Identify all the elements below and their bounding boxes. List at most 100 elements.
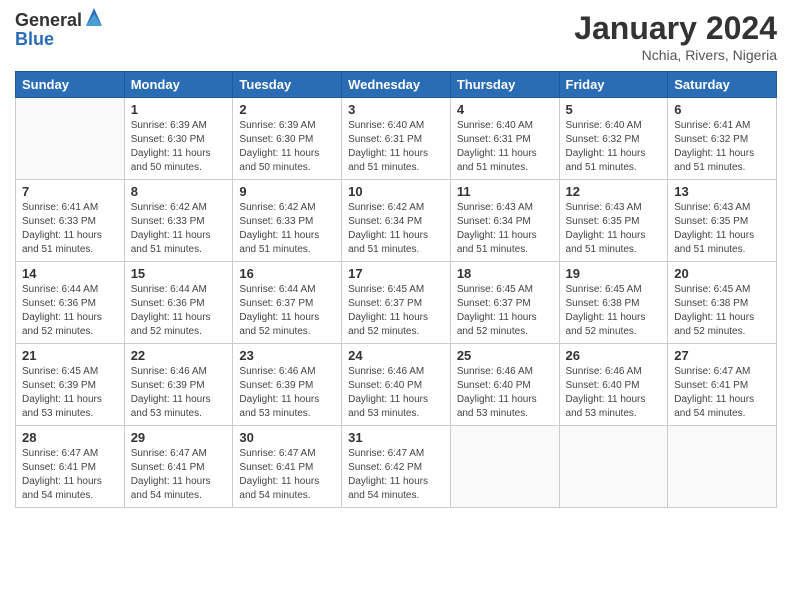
calendar-cell: 19 Sunrise: 6:45 AMSunset: 6:38 PMDayligh… xyxy=(559,262,668,344)
day-number: 23 xyxy=(239,348,335,363)
logo: General Blue xyxy=(15,10,104,48)
day-info: Sunrise: 6:45 AMSunset: 6:39 PMDaylight:… xyxy=(22,365,118,421)
day-info: Sunrise: 6:46 AMSunset: 6:40 PMDaylight:… xyxy=(457,365,553,421)
day-number: 24 xyxy=(348,348,444,363)
calendar-week-1: 7 Sunrise: 6:41 AMSunset: 6:33 PMDaylight… xyxy=(16,180,777,262)
day-info: Sunrise: 6:40 AMSunset: 6:32 PMDaylight:… xyxy=(566,119,662,175)
header: General Blue January 2024 Nchia, Rivers,… xyxy=(15,10,777,63)
calendar-cell: 28Sunrise: 6:47 AMSunset: 6:41 PMDayligh… xyxy=(16,426,125,508)
day-info: Sunrise: 6:41 AMSunset: 6:33 PMDaylight:… xyxy=(22,201,118,257)
day-number: 7 xyxy=(22,184,118,199)
day-info: Sunrise: 6:43 AMSunset: 6:34 PMDaylight:… xyxy=(457,201,553,257)
day-info: Sunrise: 6:44 AMSunset: 6:36 PMDaylight:… xyxy=(131,283,227,339)
day-number: 31 xyxy=(348,430,444,445)
location: Nchia, Rivers, Nigeria xyxy=(574,47,777,63)
calendar-cell: 11 Sunrise: 6:43 AMSunset: 6:34 PMDayligh… xyxy=(450,180,559,262)
calendar-header-monday: Monday xyxy=(124,72,233,98)
calendar-cell: 18 Sunrise: 6:45 AMSunset: 6:37 PMDayligh… xyxy=(450,262,559,344)
day-number: 29 xyxy=(131,430,227,445)
calendar-cell: 2Sunrise: 6:39 AMSunset: 6:30 PMDaylight… xyxy=(233,98,342,180)
day-number: 18 xyxy=(457,266,553,281)
calendar-cell xyxy=(16,98,125,180)
calendar-cell: 8Sunrise: 6:42 AMSunset: 6:33 PMDaylight… xyxy=(124,180,233,262)
day-number: 26 xyxy=(566,348,662,363)
day-info: Sunrise: 6:47 AMSunset: 6:41 PMDaylight:… xyxy=(674,365,770,421)
day-number: 2 xyxy=(239,102,335,117)
logo-general: General xyxy=(15,11,82,29)
calendar-cell: 20Sunrise: 6:45 AMSunset: 6:38 PMDayligh… xyxy=(668,262,777,344)
day-info: Sunrise: 6:47 AMSunset: 6:42 PMDaylight:… xyxy=(348,447,444,503)
calendar-table: SundayMondayTuesdayWednesdayThursdayFrid… xyxy=(15,71,777,508)
day-number: 1 xyxy=(131,102,227,117)
day-number: 11 xyxy=(457,184,553,199)
calendar-header-saturday: Saturday xyxy=(668,72,777,98)
calendar-header-thursday: Thursday xyxy=(450,72,559,98)
calendar-cell: 7 Sunrise: 6:41 AMSunset: 6:33 PMDaylight… xyxy=(16,180,125,262)
calendar-cell: 25 Sunrise: 6:46 AMSunset: 6:40 PMDayligh… xyxy=(450,344,559,426)
calendar-week-4: 28Sunrise: 6:47 AMSunset: 6:41 PMDayligh… xyxy=(16,426,777,508)
day-info: Sunrise: 6:46 AMSunset: 6:40 PMDaylight:… xyxy=(348,365,444,421)
day-number: 9 xyxy=(239,184,335,199)
calendar-cell: 30 Sunrise: 6:47 AMSunset: 6:41 PMDayligh… xyxy=(233,426,342,508)
calendar-cell: 22 Sunrise: 6:46 AMSunset: 6:39 PMDayligh… xyxy=(124,344,233,426)
day-number: 30 xyxy=(239,430,335,445)
calendar-cell: 21Sunrise: 6:45 AMSunset: 6:39 PMDayligh… xyxy=(16,344,125,426)
day-info: Sunrise: 6:45 AMSunset: 6:37 PMDaylight:… xyxy=(457,283,553,339)
day-number: 12 xyxy=(566,184,662,199)
day-info: Sunrise: 6:46 AMSunset: 6:39 PMDaylight:… xyxy=(239,365,335,421)
day-info: Sunrise: 6:43 AMSunset: 6:35 PMDaylight:… xyxy=(566,201,662,257)
calendar-cell: 29 Sunrise: 6:47 AMSunset: 6:41 PMDayligh… xyxy=(124,426,233,508)
day-number: 10 xyxy=(348,184,444,199)
calendar-cell: 13Sunrise: 6:43 AMSunset: 6:35 PMDayligh… xyxy=(668,180,777,262)
day-number: 19 xyxy=(566,266,662,281)
calendar-cell: 1 Sunrise: 6:39 AMSunset: 6:30 PMDaylight… xyxy=(124,98,233,180)
calendar-cell: 6 Sunrise: 6:41 AMSunset: 6:32 PMDaylight… xyxy=(668,98,777,180)
day-info: Sunrise: 6:45 AMSunset: 6:38 PMDaylight:… xyxy=(566,283,662,339)
month-title: January 2024 xyxy=(574,10,777,47)
calendar-cell xyxy=(668,426,777,508)
day-info: Sunrise: 6:45 AMSunset: 6:38 PMDaylight:… xyxy=(674,283,770,339)
day-info: Sunrise: 6:45 AMSunset: 6:37 PMDaylight:… xyxy=(348,283,444,339)
day-number: 22 xyxy=(131,348,227,363)
day-info: Sunrise: 6:41 AMSunset: 6:32 PMDaylight:… xyxy=(674,119,770,175)
calendar-header-row: SundayMondayTuesdayWednesdayThursdayFrid… xyxy=(16,72,777,98)
calendar-header-wednesday: Wednesday xyxy=(342,72,451,98)
calendar-cell: 16Sunrise: 6:44 AMSunset: 6:37 PMDayligh… xyxy=(233,262,342,344)
day-number: 6 xyxy=(674,102,770,117)
calendar-cell: 17 Sunrise: 6:45 AMSunset: 6:37 PMDayligh… xyxy=(342,262,451,344)
logo-blue: Blue xyxy=(15,30,104,48)
day-info: Sunrise: 6:40 AMSunset: 6:31 PMDaylight:… xyxy=(348,119,444,175)
day-number: 17 xyxy=(348,266,444,281)
calendar-cell xyxy=(450,426,559,508)
day-info: Sunrise: 6:47 AMSunset: 6:41 PMDaylight:… xyxy=(239,447,335,503)
calendar-cell: 5 Sunrise: 6:40 AMSunset: 6:32 PMDaylight… xyxy=(559,98,668,180)
calendar-cell: 4 Sunrise: 6:40 AMSunset: 6:31 PMDaylight… xyxy=(450,98,559,180)
day-number: 5 xyxy=(566,102,662,117)
calendar-cell: 3Sunrise: 6:40 AMSunset: 6:31 PMDaylight… xyxy=(342,98,451,180)
calendar-cell: 14 Sunrise: 6:44 AMSunset: 6:36 PMDayligh… xyxy=(16,262,125,344)
calendar-cell: 26Sunrise: 6:46 AMSunset: 6:40 PMDayligh… xyxy=(559,344,668,426)
calendar-cell: 10Sunrise: 6:42 AMSunset: 6:34 PMDayligh… xyxy=(342,180,451,262)
day-number: 14 xyxy=(22,266,118,281)
day-info: Sunrise: 6:42 AMSunset: 6:33 PMDaylight:… xyxy=(239,201,335,257)
day-number: 4 xyxy=(457,102,553,117)
day-info: Sunrise: 6:47 AMSunset: 6:41 PMDaylight:… xyxy=(22,447,118,503)
day-number: 27 xyxy=(674,348,770,363)
calendar-cell: 12 Sunrise: 6:43 AMSunset: 6:35 PMDayligh… xyxy=(559,180,668,262)
calendar-cell: 27 Sunrise: 6:47 AMSunset: 6:41 PMDayligh… xyxy=(668,344,777,426)
calendar-cell: 15Sunrise: 6:44 AMSunset: 6:36 PMDayligh… xyxy=(124,262,233,344)
calendar-cell: 31 Sunrise: 6:47 AMSunset: 6:42 PMDayligh… xyxy=(342,426,451,508)
day-info: Sunrise: 6:39 AMSunset: 6:30 PMDaylight:… xyxy=(131,119,227,175)
day-info: Sunrise: 6:47 AMSunset: 6:41 PMDaylight:… xyxy=(131,447,227,503)
day-info: Sunrise: 6:43 AMSunset: 6:35 PMDaylight:… xyxy=(674,201,770,257)
day-info: Sunrise: 6:46 AMSunset: 6:39 PMDaylight:… xyxy=(131,365,227,421)
day-number: 16 xyxy=(239,266,335,281)
calendar-cell xyxy=(559,426,668,508)
calendar-week-0: 1 Sunrise: 6:39 AMSunset: 6:30 PMDaylight… xyxy=(16,98,777,180)
day-info: Sunrise: 6:40 AMSunset: 6:31 PMDaylight:… xyxy=(457,119,553,175)
page-container: General Blue January 2024 Nchia, Rivers,… xyxy=(0,0,792,518)
day-info: Sunrise: 6:44 AMSunset: 6:36 PMDaylight:… xyxy=(22,283,118,339)
calendar-week-3: 21Sunrise: 6:45 AMSunset: 6:39 PMDayligh… xyxy=(16,344,777,426)
day-number: 25 xyxy=(457,348,553,363)
calendar-header-tuesday: Tuesday xyxy=(233,72,342,98)
